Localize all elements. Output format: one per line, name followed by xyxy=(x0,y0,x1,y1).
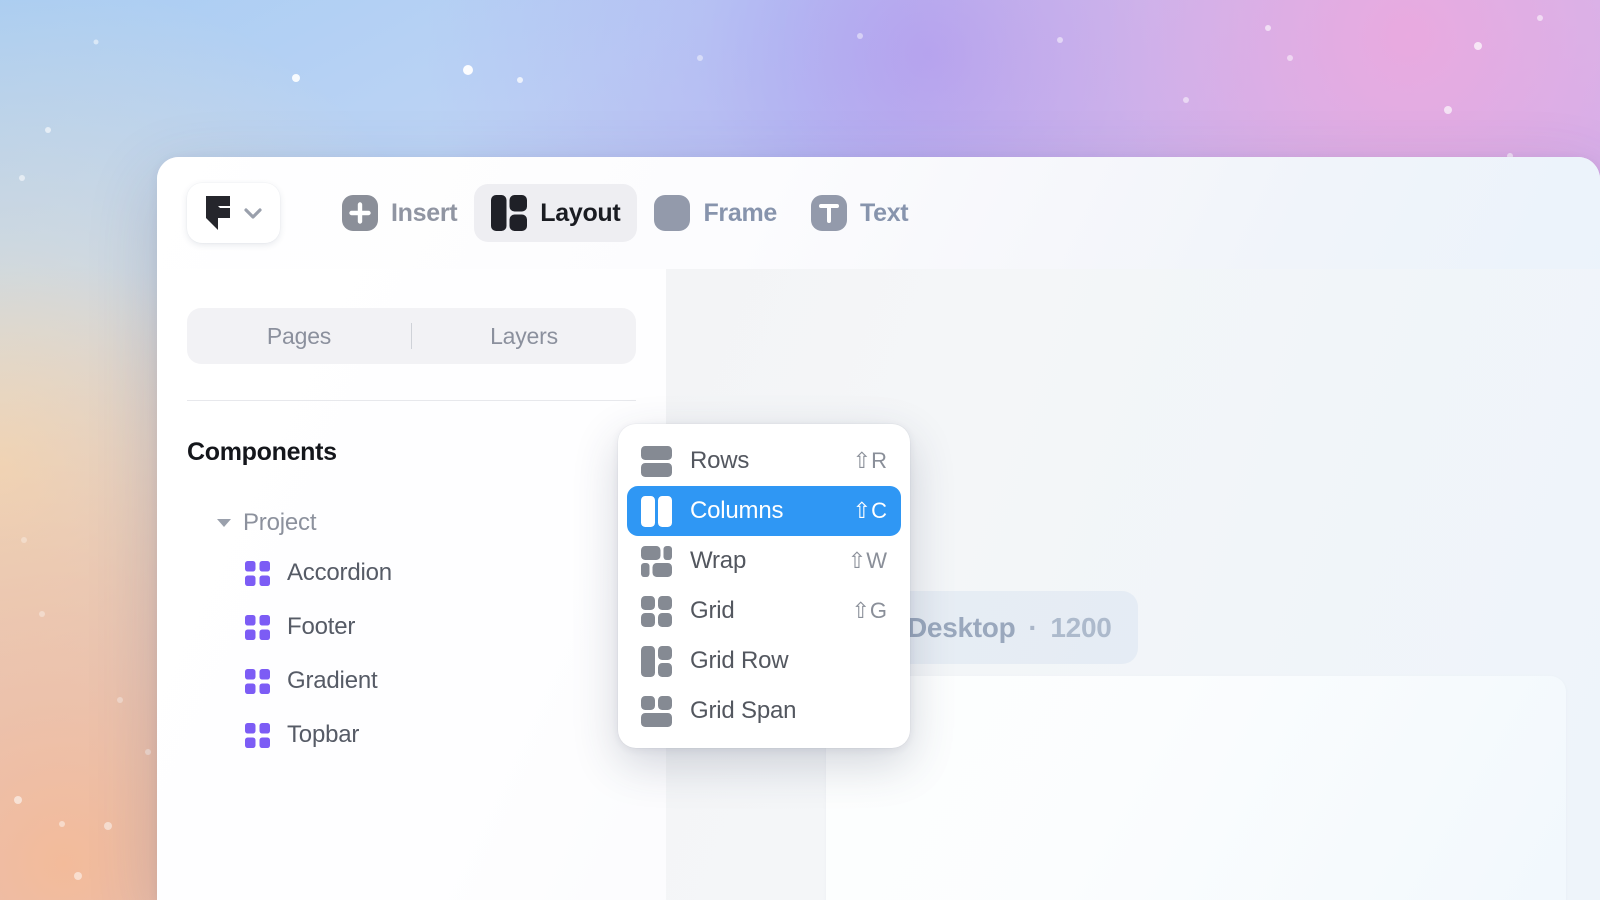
tree-item-label: Accordion xyxy=(287,559,392,586)
component-icon xyxy=(245,668,270,694)
component-icon xyxy=(245,560,270,586)
menu-item-label: Grid Span xyxy=(690,697,797,724)
layout-grid-row-icon xyxy=(641,645,672,677)
layout-rows-icon xyxy=(641,445,672,477)
frame-label-text: Desktop · 1200 xyxy=(907,612,1112,644)
layout-grid-span-icon xyxy=(641,695,672,727)
tree-item-topbar[interactable]: Topbar xyxy=(157,708,666,762)
artboard-desktop[interactable] xyxy=(826,676,1566,900)
framer-app-window: Insert Layout Frame Text Pages Layers Co… xyxy=(157,157,1600,900)
frame-separator: · xyxy=(1028,611,1038,643)
menu-item-rows[interactable]: Rows ⇧R xyxy=(627,436,901,486)
toolbar-item-text[interactable]: Text xyxy=(794,184,925,242)
tree-item-gradient[interactable]: Gradient xyxy=(157,654,666,708)
sidebar-segmented-control: Pages Layers xyxy=(187,308,636,364)
sidebar-divider xyxy=(187,400,636,401)
menu-item-grid[interactable]: Grid ⇧G xyxy=(627,586,901,636)
layout-columns-icon xyxy=(491,195,528,231)
toolbar-item-insert-label: Insert xyxy=(391,198,458,227)
tree-item-footer[interactable]: Footer xyxy=(157,600,666,654)
sidebar-tab-pages[interactable]: Pages xyxy=(187,323,411,350)
tree-item-label: Gradient xyxy=(287,667,378,694)
toolbar-item-layout-label: Layout xyxy=(540,198,621,227)
plus-square-icon xyxy=(342,195,378,231)
menu-item-label: Rows xyxy=(690,447,750,474)
tree-item-label: Footer xyxy=(287,613,356,640)
toolbar-item-frame[interactable]: Frame xyxy=(637,184,794,242)
component-icon xyxy=(245,722,270,748)
tree-item-label: Topbar xyxy=(287,721,360,748)
component-tree: Project Accordion Footer Gradient Topbar xyxy=(157,500,666,762)
frame-name: Desktop xyxy=(907,611,1016,643)
menu-item-grid-row[interactable]: Grid Row xyxy=(627,636,901,686)
toolbar-item-insert[interactable]: Insert xyxy=(325,184,474,242)
caret-down-icon[interactable] xyxy=(217,519,231,527)
toolbar-item-frame-label: Frame xyxy=(703,198,777,227)
toolbar-item-text-label: Text xyxy=(859,198,909,227)
menu-item-grid-span[interactable]: Grid Span xyxy=(627,686,901,736)
tree-item-accordion[interactable]: Accordion xyxy=(157,546,666,600)
frame-width: 1200 xyxy=(1050,611,1112,643)
layout-dropdown-menu: Rows ⇧R Columns ⇧C Wrap ⇧W Grid ⇧G Grid … xyxy=(618,424,910,748)
menu-item-label: Grid Row xyxy=(690,647,789,674)
tree-group-label: Project xyxy=(243,509,317,536)
menu-item-shortcut: ⇧R xyxy=(852,448,887,473)
top-toolbar: Insert Layout Frame Text xyxy=(157,157,1600,269)
menu-item-shortcut: ⇧G xyxy=(851,598,887,623)
menu-item-label: Columns xyxy=(690,497,784,524)
toolbar-item-layout[interactable]: Layout xyxy=(474,184,638,242)
layout-columns-icon xyxy=(641,495,672,527)
frame-square-icon xyxy=(654,195,691,231)
components-section-title: Components xyxy=(187,438,337,466)
tree-group-project[interactable]: Project xyxy=(157,500,666,546)
menu-item-shortcut: ⇧W xyxy=(847,548,887,573)
menu-item-columns[interactable]: Columns ⇧C xyxy=(627,486,901,536)
sidebar-tab-layers[interactable]: Layers xyxy=(412,323,636,350)
component-icon xyxy=(245,614,270,640)
menu-item-shortcut: ⇧C xyxy=(852,498,887,523)
menu-item-wrap[interactable]: Wrap ⇧W xyxy=(627,536,901,586)
framer-logo-button[interactable] xyxy=(187,183,280,243)
text-t-icon xyxy=(810,195,847,231)
menu-item-label: Grid xyxy=(690,597,735,624)
framer-logo-icon xyxy=(205,196,230,230)
layout-wrap-icon xyxy=(641,545,672,577)
left-sidebar: Pages Layers Components Project Accordio… xyxy=(157,269,666,900)
layout-grid-icon xyxy=(641,595,672,627)
chevron-down-icon xyxy=(243,208,262,219)
menu-item-label: Wrap xyxy=(690,547,747,574)
